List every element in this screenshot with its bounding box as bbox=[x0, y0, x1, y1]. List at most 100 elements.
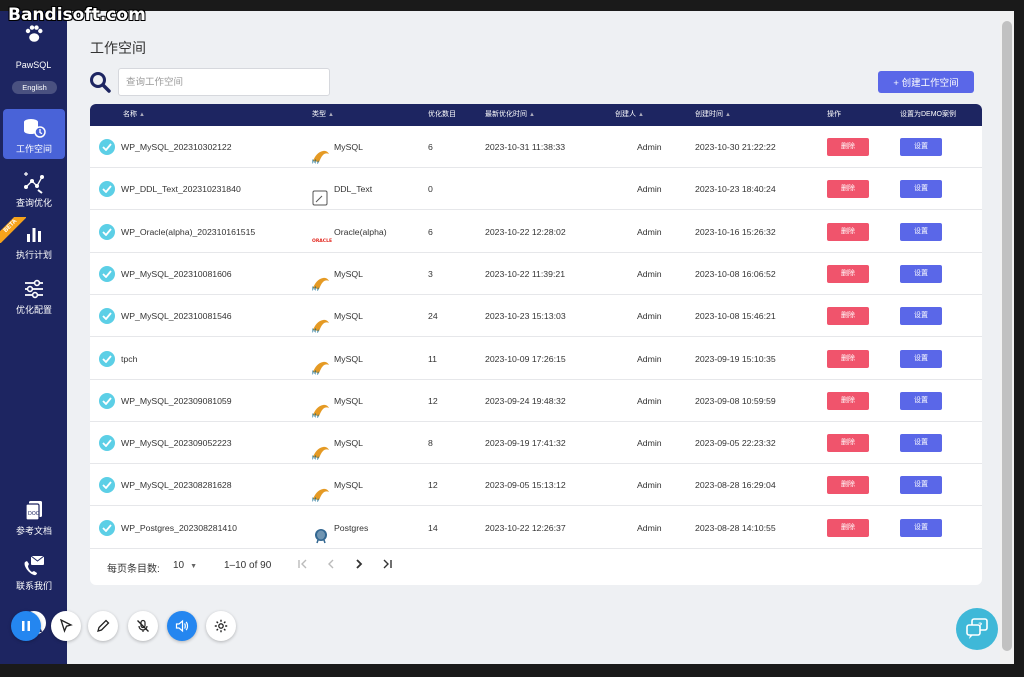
delete-button[interactable]: 删除 bbox=[827, 307, 869, 326]
sort-icon: ▲ bbox=[725, 112, 731, 118]
created-time: 2023-08-28 14:10:55 bbox=[695, 522, 776, 533]
set-demo-button[interactable]: 设置 bbox=[900, 222, 942, 241]
cursor-tool-button[interactable] bbox=[51, 611, 81, 641]
sidebar-item-label: 参考文档 bbox=[15, 526, 52, 536]
set-demo-button[interactable]: 设置 bbox=[900, 476, 942, 495]
pause-button[interactable] bbox=[11, 611, 41, 641]
svg-text:?: ? bbox=[978, 622, 982, 630]
sidebar-item-workspace[interactable]: 工作空间 bbox=[3, 109, 65, 159]
next-page-icon[interactable] bbox=[352, 558, 366, 574]
sidebar-item-optimize-config[interactable]: 优化配置 bbox=[3, 270, 65, 320]
creator: Admin bbox=[637, 142, 662, 152]
pen-tool-button[interactable] bbox=[88, 611, 118, 641]
set-demo-button[interactable]: 设置 bbox=[900, 264, 942, 283]
delete-button[interactable]: 删除 bbox=[827, 434, 869, 453]
column-header-creator[interactable]: 创建人 ▲ bbox=[615, 104, 644, 126]
language-button[interactable]: English bbox=[12, 81, 57, 94]
delete-button[interactable]: 删除 bbox=[827, 476, 869, 495]
set-demo-button[interactable]: 设置 bbox=[900, 138, 942, 156]
db-type: DDL_Text bbox=[312, 168, 372, 210]
latest-optimize-time: 2023-10-23 15:13:03 bbox=[485, 311, 566, 322]
delete-button[interactable]: 删除 bbox=[827, 222, 869, 241]
app-frame: Bandisoft.com PawSQL English 工作空间 查询优化 执… bbox=[0, 0, 1024, 677]
created-time: 2023-10-23 18:40:24 bbox=[695, 184, 776, 195]
table-row[interactable]: WP_DDL_Text_202310231840 DDL_Text 0 Admin 20… bbox=[90, 168, 982, 211]
delete-button[interactable]: 删除 bbox=[827, 349, 869, 368]
sidebar: PawSQL English 工作空间 查询优化 执行计划 BETA 优化配置 … bbox=[0, 11, 67, 664]
workspace-name[interactable]: tpch bbox=[121, 338, 137, 380]
column-header-latest[interactable]: 最新优化时间 ▲ bbox=[485, 104, 535, 126]
delete-button[interactable]: 删除 bbox=[827, 518, 869, 537]
speaker-button[interactable] bbox=[167, 611, 197, 641]
check-circle-icon bbox=[99, 519, 115, 536]
column-header-name[interactable]: 名称 ▲ bbox=[123, 104, 145, 126]
column-header-created[interactable]: 创建时间 ▲ bbox=[695, 104, 731, 126]
optimize-count: 11 bbox=[428, 353, 438, 364]
create-workspace-button[interactable]: + 创建工作空间 bbox=[878, 71, 974, 93]
table-row[interactable]: WP_MySQL_202310081546 My MySQL 24 2023-10-23… bbox=[90, 295, 982, 338]
sidebar-item-label: 工作空间 bbox=[15, 144, 52, 154]
workspace-name[interactable]: WP_MySQL_202309052223 bbox=[121, 422, 232, 464]
page-scrollbar[interactable] bbox=[1000, 11, 1014, 664]
workspace-name[interactable]: WP_DDL_Text_202310231840 bbox=[121, 168, 241, 210]
workspace-name[interactable]: WP_MySQL_202310302122 bbox=[121, 126, 232, 168]
set-demo-button[interactable]: 设置 bbox=[900, 349, 942, 368]
table-row[interactable]: WP_Oracle(alpha)_202310161515 ORACLE Oracl… bbox=[90, 211, 982, 253]
creator: Admin bbox=[637, 438, 662, 449]
sidebar-item-label: 执行计划 bbox=[15, 250, 52, 260]
table-row[interactable]: WP_MySQL_202310081606 My MySQL 3 2023-10-22 … bbox=[90, 253, 982, 295]
sort-icon: ▲ bbox=[328, 112, 334, 118]
table-row[interactable]: WP_Postgres_202308281410 Postgres 14 2023-1… bbox=[90, 507, 982, 549]
per-page-select[interactable]: 10 ▼ bbox=[173, 560, 197, 571]
delete-button[interactable]: 删除 bbox=[827, 180, 869, 199]
workspace-name[interactable]: WP_MySQL_202308281628 bbox=[121, 464, 232, 506]
set-demo-button[interactable]: 设置 bbox=[900, 434, 942, 453]
set-demo-button[interactable]: 设置 bbox=[900, 518, 942, 537]
workspace-name[interactable]: WP_Oracle(alpha)_202310161515 bbox=[121, 211, 255, 253]
beta-badge: BETA bbox=[0, 217, 26, 243]
creator: Admin bbox=[637, 522, 662, 533]
last-page-icon[interactable] bbox=[380, 558, 394, 574]
workspace-name[interactable]: WP_MySQL_202310081546 bbox=[121, 295, 232, 337]
settings-gear-button[interactable] bbox=[206, 611, 236, 641]
delete-button[interactable]: 删除 bbox=[827, 391, 869, 410]
optimize-count: 24 bbox=[428, 311, 438, 322]
table-row[interactable]: WP_MySQL_202308281628 My MySQL 12 2023-09-05… bbox=[90, 464, 982, 507]
column-header-type[interactable]: 类型 ▲ bbox=[312, 104, 334, 126]
column-header-demo: 设置为DEMO案例 bbox=[900, 111, 956, 118]
workspace-name[interactable]: WP_MySQL_202309081059 bbox=[121, 380, 232, 422]
sort-icon: ▲ bbox=[529, 112, 535, 118]
optimize-count: 6 bbox=[428, 142, 433, 152]
created-time: 2023-09-19 15:10:35 bbox=[695, 353, 776, 364]
optimize-count: 3 bbox=[428, 268, 433, 279]
table-row[interactable]: WP_MySQL_202309081059 My MySQL 12 2023-09-24… bbox=[90, 380, 982, 422]
sidebar-item-contact[interactable]: 联系我们 bbox=[3, 546, 65, 596]
table-row[interactable]: tpch My MySQL 11 2023-10-09 17:26:15 Admin 202… bbox=[90, 338, 982, 380]
sidebar-item-docs[interactable]: DOC 参考文档 bbox=[3, 491, 65, 541]
svg-text:My: My bbox=[312, 371, 319, 376]
created-time: 2023-10-16 15:26:32 bbox=[695, 226, 776, 237]
first-page-icon[interactable] bbox=[296, 558, 310, 574]
browser-viewport: PawSQL English 工作空间 查询优化 执行计划 BETA 优化配置 … bbox=[0, 11, 1014, 664]
brand-logo[interactable]: PawSQL bbox=[0, 25, 67, 70]
creator: Admin bbox=[637, 311, 662, 322]
set-demo-button[interactable]: 设置 bbox=[900, 307, 942, 326]
creator: Admin bbox=[637, 268, 662, 279]
search-input[interactable] bbox=[118, 68, 330, 96]
scrollbar-thumb[interactable] bbox=[1002, 21, 1012, 651]
set-demo-button[interactable]: 设置 bbox=[900, 180, 942, 199]
mic-muted-button[interactable] bbox=[128, 611, 158, 641]
workspace-name[interactable]: WP_MySQL_202310081606 bbox=[121, 253, 232, 295]
delete-button[interactable]: 删除 bbox=[827, 138, 869, 156]
prev-page-icon[interactable] bbox=[324, 558, 338, 574]
set-demo-button[interactable]: 设置 bbox=[900, 391, 942, 410]
chat-support-button[interactable]: ? bbox=[956, 608, 998, 650]
table-row[interactable]: WP_MySQL_202309052223 My MySQL 8 2023-09-19 … bbox=[90, 422, 982, 465]
creator: Admin bbox=[637, 353, 662, 364]
db-type: My MySQL bbox=[312, 380, 363, 422]
table-row[interactable]: WP_MySQL_202310302122 My MySQL 6 2023-10-31 … bbox=[90, 126, 982, 168]
delete-button[interactable]: 删除 bbox=[827, 264, 869, 283]
workspace-name[interactable]: WP_Postgres_202308281410 bbox=[121, 507, 237, 549]
search-icon[interactable] bbox=[89, 71, 111, 98]
sidebar-item-query-optimize[interactable]: 查询优化 bbox=[3, 163, 65, 213]
